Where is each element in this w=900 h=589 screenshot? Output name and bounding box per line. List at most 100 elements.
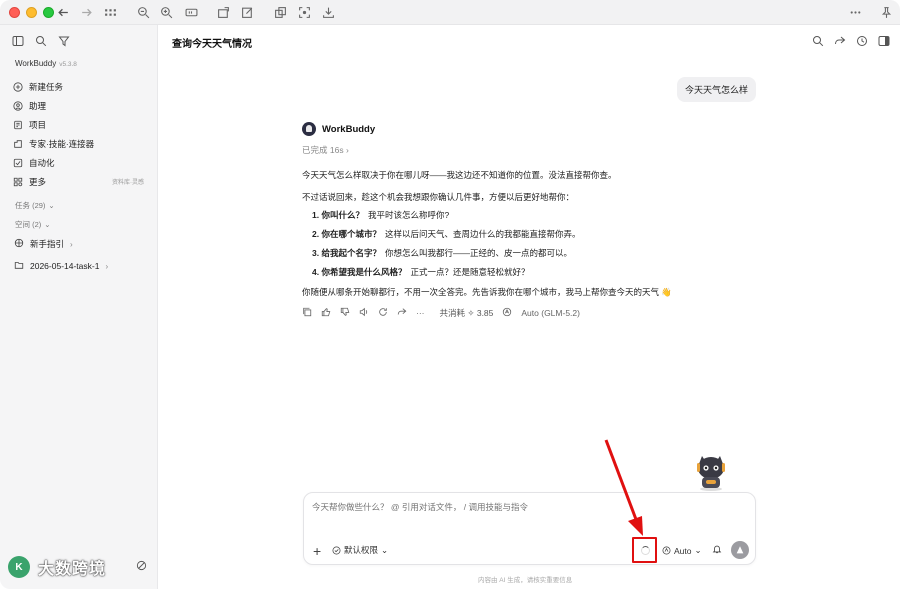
bell-icon[interactable] (712, 544, 722, 557)
grid-view-icon[interactable] (103, 5, 117, 19)
zoom-in-icon[interactable] (159, 5, 173, 19)
completion-status[interactable]: 已完成 16s › (302, 144, 722, 156)
sidebar: WorkBuddy v5.3.8 新建任务 助理 项目 专家·技能·连接器 自动化 (0, 25, 158, 589)
question-text: 这样以后问天气、查周边什么的我都能直接帮你弄。 (384, 228, 581, 239)
share-icon[interactable] (834, 35, 846, 50)
model-icon (502, 307, 512, 319)
sidebar-item-label: 项目 (29, 119, 47, 130)
watermark-text: 大数跨境 (38, 561, 107, 578)
copy-icon[interactable] (302, 307, 312, 319)
model-label: Auto (GLM-5.2) (521, 308, 580, 318)
sidebar-item-folder[interactable]: 2026-05-14-task-1 › (14, 260, 108, 272)
chevron-down-icon: ⌄ (694, 545, 702, 555)
download-icon[interactable] (321, 5, 335, 19)
sidebar-item-label: 新建任务 (29, 81, 64, 92)
question-text: 我平时该怎么称呼你? (367, 209, 450, 220)
paragraph: 不过话说回来，趁这个机会我想跟你确认几件事，方便以后更好地帮你： (302, 192, 575, 202)
panel-toggle-icon[interactable] (878, 35, 890, 50)
settings-icon[interactable] (136, 560, 147, 574)
permission-label: 默认权限 (344, 545, 379, 555)
chevron-right-icon: › (345, 145, 349, 155)
sidebar-item-label: 更多 (29, 176, 47, 187)
sidebar-item-assistant[interactable]: 助理 (12, 96, 148, 115)
retry-icon[interactable] (378, 307, 388, 319)
mode-icon (662, 546, 671, 555)
assistant-icon (12, 100, 23, 111)
expert-icon (12, 138, 23, 149)
message-composer: + 默认权限 ⌄ Auto ⌄ (303, 492, 756, 565)
tasks-section-header[interactable]: 任务 (29) ⌄ (15, 200, 55, 211)
minimize-window-button[interactable] (26, 6, 37, 18)
history-icon[interactable] (856, 35, 868, 50)
sidebar-footer: K 大数跨境 (8, 554, 153, 580)
guide-icon (14, 238, 24, 250)
sidebar-item-automation[interactable]: 自动化 (12, 153, 148, 172)
loading-spinner-icon (641, 546, 650, 555)
more-dots-icon[interactable]: ··· (416, 308, 425, 318)
filter-icon[interactable] (58, 35, 70, 50)
version-label: v5.3.8 (59, 61, 77, 68)
mode-dropdown[interactable]: Auto ⌄ (662, 545, 702, 556)
list-item: 1. 你叫什么？ 我平时该怎么称呼你? (312, 205, 722, 224)
share-icon[interactable] (397, 307, 407, 319)
zoom-window-button[interactable] (43, 6, 54, 18)
share-window-icon[interactable] (216, 5, 230, 19)
avatar[interactable]: K (8, 556, 30, 578)
shield-check-icon (332, 546, 341, 554)
disclaimer-note: 内容由 AI 生成，请核实重要信息 (478, 577, 573, 584)
search-icon[interactable] (812, 35, 824, 50)
send-button[interactable] (731, 541, 749, 559)
speaker-icon[interactable] (359, 307, 369, 319)
paragraph: 今天天气怎么样取决于你在哪儿呀——我这边还不知道你的位置。没法直接帮你查。 (302, 170, 617, 180)
forward-arrow-icon[interactable] (79, 5, 93, 19)
chevron-right-icon: › (105, 261, 109, 271)
thumbs-up-icon[interactable] (321, 307, 331, 319)
edit-icon[interactable] (240, 5, 254, 19)
list-item: 4. 你希望我是什么风格？ 正式一点？还是随意轻松就好？ (312, 262, 722, 281)
chevron-down-icon: ⌄ (44, 220, 51, 229)
folder-label: 2026-05-14-task-1 (30, 261, 100, 271)
sidebar-item-guide[interactable]: 新手指引 › (14, 238, 73, 250)
sidebar-item-label: 助理 (29, 100, 47, 111)
question-title: 3. 给我起个名字？ (312, 247, 381, 258)
question-text: 你想怎么叫我都行——正经的、皮一点的都可以。 (384, 247, 572, 258)
space-section-header[interactable]: 空间 (2) ⌄ (15, 219, 51, 230)
mode-label: Auto (674, 545, 692, 556)
sidebar-item-experts[interactable]: 专家·技能·连接器 (12, 134, 148, 153)
zoom-out-icon[interactable] (136, 5, 150, 19)
loading-indicator-highlight[interactable] (632, 537, 657, 563)
sidebar-item-project[interactable]: 项目 (12, 115, 148, 134)
question-title: 1. 你叫什么？ (312, 209, 364, 220)
plus-circle-icon (12, 81, 23, 92)
mascot-image[interactable] (694, 454, 728, 492)
status-text: 已完成 16s (302, 145, 344, 155)
question-title: 4. 你希望我是什么风格？ (312, 266, 407, 277)
pin-icon[interactable] (879, 5, 893, 19)
capture-icon[interactable] (297, 5, 311, 19)
chevron-down-icon: ⌄ (381, 544, 389, 555)
text-field-icon[interactable] (184, 5, 198, 19)
workbuddy-logo-icon (302, 122, 316, 136)
send-arrow-icon (736, 546, 744, 554)
question-text: 正式一点？还是随意轻松就好？ (410, 266, 530, 277)
add-attachment-button[interactable]: + (313, 544, 321, 558)
automation-icon (12, 157, 23, 168)
sidebar-item-new-task[interactable]: 新建任务 (12, 77, 148, 96)
sidebar-nav: 新建任务 助理 项目 专家·技能·连接器 自动化 更多 资料库·灵感 (12, 77, 148, 191)
thumbs-down-icon[interactable] (340, 307, 350, 319)
more-dots-icon[interactable] (848, 5, 862, 19)
search-icon[interactable] (35, 35, 47, 50)
sidebar-item-more[interactable]: 更多 资料库·灵感 (12, 172, 148, 191)
message-input[interactable] (312, 502, 742, 512)
chevron-right-icon: › (70, 239, 73, 249)
sidebar-toggle-icon[interactable] (12, 35, 24, 50)
layers-icon[interactable] (273, 5, 287, 19)
message-actions: ··· 共消耗 ✧ 3.85 Auto (GLM-5.2) (302, 307, 722, 319)
close-window-button[interactable] (9, 6, 20, 18)
sidebar-item-label: 专家·技能·连接器 (29, 138, 95, 149)
back-arrow-icon[interactable] (56, 5, 70, 19)
assistant-header: WorkBuddy (302, 122, 722, 136)
page-title: 查询今天天气情况 (172, 39, 252, 50)
app-window: WorkBuddy v5.3.8 新建任务 助理 项目 专家·技能·连接器 自动化 (0, 0, 900, 589)
permission-dropdown[interactable]: 默认权限 ⌄ (332, 544, 388, 556)
